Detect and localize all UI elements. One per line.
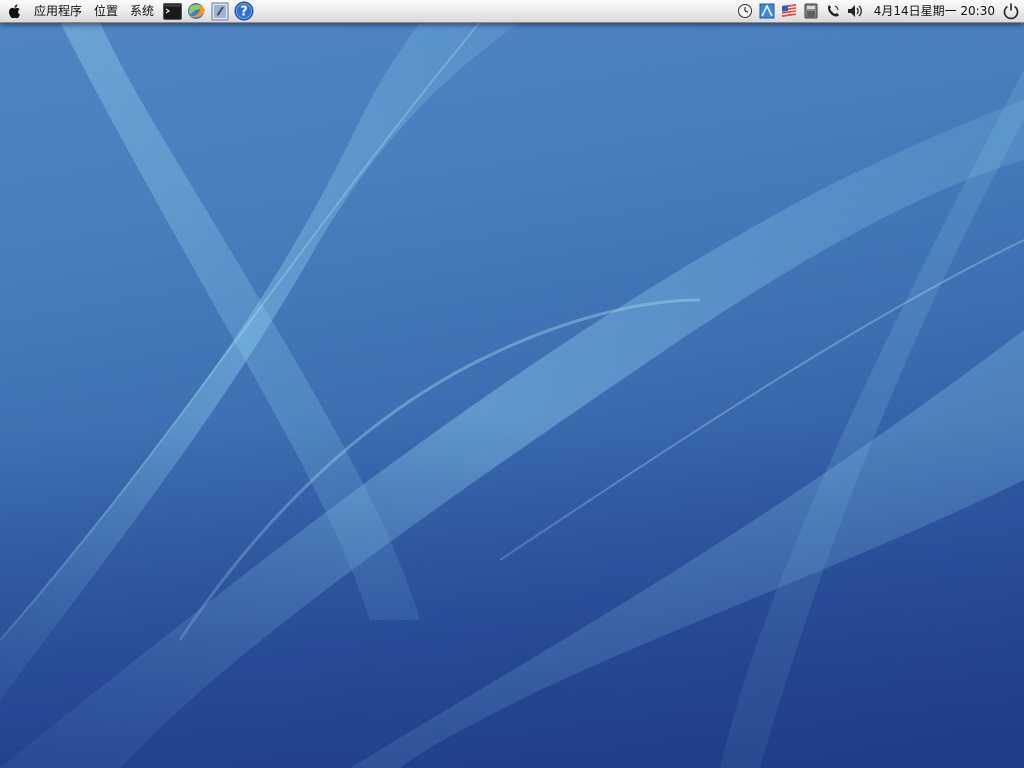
terminal-icon[interactable] [162,1,182,21]
panel-left: 应用程序 位置 系统 ? [0,0,256,22]
menu-applications[interactable]: 应用程序 [28,0,88,22]
network-icon[interactable] [758,2,776,20]
svg-text:?: ? [240,5,248,20]
wallpaper-shade [0,420,1024,768]
help-icon[interactable]: ? [234,1,254,21]
browser-icon[interactable] [186,1,206,21]
input-method-flag-icon[interactable] [780,2,798,20]
apple-logo-icon[interactable] [6,2,22,20]
panel-right: 4月14日星期一 20:30 [734,0,1024,22]
power-icon[interactable] [1001,1,1021,21]
storage-icon[interactable] [802,2,820,20]
clock-label[interactable]: 4月14日星期一 20:30 [866,0,999,22]
clock-applet-icon[interactable] [736,2,754,20]
menu-system[interactable]: 系统 [124,0,160,22]
volume-icon[interactable] [846,2,864,20]
top-panel: 应用程序 位置 系统 ? 4月14日星期一 20:30 [0,0,1024,23]
menu-places[interactable]: 位置 [88,0,124,22]
desktop-wallpaper [0,21,1024,768]
text-editor-icon[interactable] [210,1,230,21]
phone-icon[interactable] [824,2,842,20]
desktop[interactable]: 应用程序 位置 系统 ? 4月14日星期一 20:30 [0,0,1024,768]
